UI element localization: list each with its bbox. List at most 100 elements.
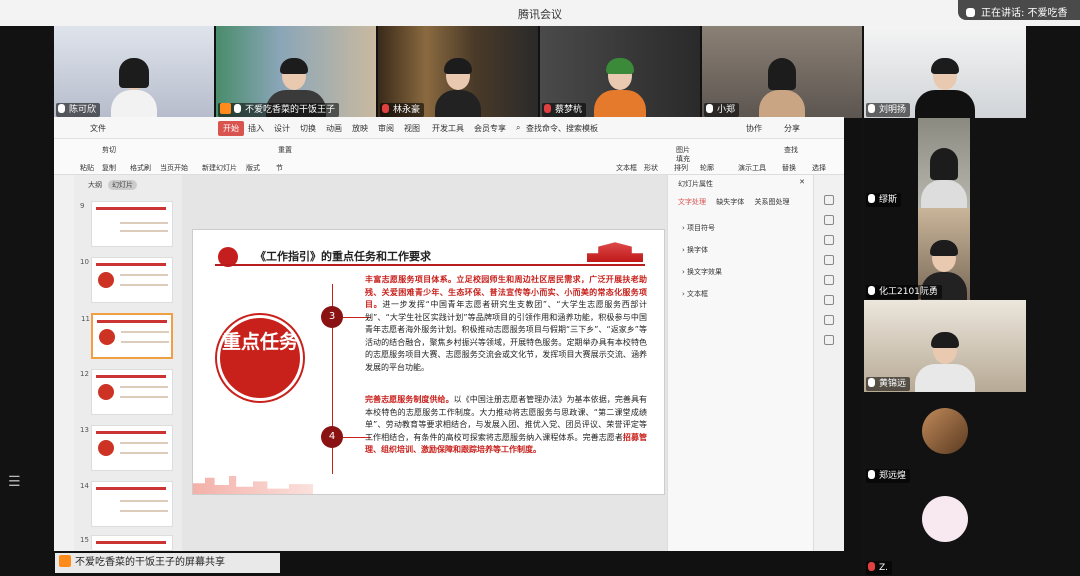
find-button[interactable]: 查找 (784, 145, 798, 155)
panel-item[interactable]: › 换字体 (682, 245, 708, 255)
select-button[interactable]: 选择 (812, 163, 826, 173)
menu-item[interactable]: 文件 (90, 123, 106, 134)
panel-item[interactable]: › 项目符号 (682, 223, 715, 233)
slide-thumbnail-pane: 大纲 幻灯片 9 10 11 12 13 14 15 (74, 175, 182, 551)
command-search[interactable]: 查找命令、搜索模板 (526, 123, 598, 134)
new-slide-button[interactable]: 新建幻灯片 (202, 163, 237, 173)
screen-share-icon (220, 103, 231, 114)
tool-icon[interactable] (824, 235, 834, 245)
city-skyline-decoration (193, 476, 313, 494)
participant-tile[interactable]: 林永豪 (378, 26, 538, 118)
collab-button[interactable]: 协作 (746, 123, 762, 134)
microphone-icon (58, 104, 65, 113)
slide-thumbnail-selected[interactable]: 11 (81, 313, 173, 359)
participant-tile[interactable]: 郑远煌 (864, 392, 1026, 484)
tool-icon[interactable] (824, 275, 834, 285)
panel-item[interactable]: › 换文字效果 (682, 267, 722, 277)
replace-button[interactable]: 替换 (782, 163, 796, 173)
tab-text-processing[interactable]: 文字处理 (678, 198, 706, 206)
participant-tile[interactable]: 刘明扬 (864, 26, 1026, 118)
participant-name: 林永豪 (380, 103, 425, 117)
panel-item[interactable]: › 文本框 (682, 289, 708, 299)
tool-icon[interactable] (824, 335, 834, 345)
tool-icon[interactable] (824, 315, 834, 325)
item-number: 4 (321, 426, 343, 448)
menu-item[interactable]: 插入 (248, 123, 264, 134)
slide-thumbnail[interactable]: 14 (80, 481, 173, 527)
menu-item[interactable]: 开发工具 (432, 123, 464, 134)
copy-button[interactable]: 复制 (102, 163, 116, 173)
avatar (922, 408, 968, 454)
item-number: 3 (321, 306, 343, 328)
format-painter-button[interactable]: 格式刷 (130, 163, 151, 173)
tool-icon[interactable] (824, 295, 834, 305)
start-from-current-button[interactable]: 当页开始 (160, 163, 188, 173)
avatar (922, 496, 968, 542)
reset-button[interactable]: 重置 (278, 145, 292, 155)
participant-name: 小郑 (704, 103, 740, 117)
search-icon[interactable]: ⌕ (516, 123, 520, 133)
slide-thumbnail[interactable]: 13 (80, 425, 173, 471)
participant-video (921, 148, 967, 208)
menu-item-active[interactable]: 开始 (218, 121, 244, 136)
present-tools-button[interactable]: 演示工具 (738, 163, 766, 173)
participant-name: 刘明扬 (866, 103, 911, 117)
participant-name: 化工2101阮勇 (866, 285, 942, 299)
list-menu-icon[interactable]: ☰ (8, 474, 21, 490)
tool-icon[interactable] (824, 195, 834, 205)
arrange-button[interactable]: 排列 (674, 163, 688, 173)
ribbon-toolbar: 粘贴 剪切 复制 格式刷 当页开始 新建幻灯片 版式 节 重置 文本框 形状 排… (54, 139, 844, 175)
screen-share-label[interactable]: 不爱吃香菜的干饭王子的屏幕共享 (55, 553, 280, 573)
title-bar: 腾讯会议 正在讲话: 不爱吃香 (0, 0, 1080, 26)
participant-tile[interactable]: Z. (864, 484, 1026, 576)
tab-slides[interactable]: 幻灯片 (108, 180, 137, 190)
panel-tabs: 文字处理 缺失字体 关系图处理 (678, 197, 789, 207)
outline-button[interactable]: 轮廓 (700, 163, 714, 173)
participant-tile[interactable]: 黄锦远 (864, 300, 1026, 392)
participant-name: 缪斯 (866, 193, 902, 207)
menu-item[interactable]: 动画 (326, 123, 342, 134)
section-button[interactable]: 节 (276, 163, 283, 173)
participant-video (435, 58, 481, 118)
menu-item[interactable]: 审阅 (378, 123, 394, 134)
participant-tile[interactable]: 小郑 (702, 26, 862, 118)
slide-title: 《工作指引》的重点任务和工作要求 (255, 250, 431, 263)
participant-name: 郑远煌 (866, 469, 911, 483)
paste-button[interactable]: 粘贴 (80, 163, 94, 173)
participant-tile[interactable]: 化工2101阮勇 (864, 208, 970, 300)
slide-thumbnail[interactable]: 10 (80, 257, 173, 303)
slide-thumbnail[interactable]: 12 (80, 369, 173, 415)
task-paragraph: 完善志愿服务制度供给。以《中国注册志愿者管理办法》为基本依据，完善具有本校特色的… (365, 395, 648, 454)
slide-thumbnail[interactable]: 9 (80, 201, 173, 247)
participant-tile[interactable]: 不爱吃香菜的干饭王子 (216, 26, 376, 118)
menu-item[interactable]: 切换 (300, 123, 316, 134)
shared-presentation-window: 文件 开始 插入 设计 切换 动画 放映 审阅 视图 开发工具 会员专享 ⌕ 查… (54, 117, 844, 551)
cut-button[interactable]: 剪切 (102, 145, 116, 155)
participant-tile[interactable]: 蔡梦杭 (540, 26, 700, 118)
participant-name: Z. (866, 561, 893, 575)
close-icon[interactable]: ✕ (799, 178, 805, 186)
participant-video (594, 58, 646, 118)
menu-item[interactable]: 会员专享 (474, 123, 506, 134)
tool-icon[interactable] (824, 215, 834, 225)
menu-item[interactable]: 设计 (274, 123, 290, 134)
share-button[interactable]: 分享 (784, 123, 800, 134)
menu-item[interactable]: 视图 (404, 123, 420, 134)
tab-missing-fonts[interactable]: 缺失字体 (716, 198, 744, 206)
participant-video (111, 58, 157, 118)
tab-outline[interactable]: 大纲 (88, 180, 102, 190)
menu-item[interactable]: 放映 (352, 123, 368, 134)
participant-tile[interactable]: 缪斯 (864, 118, 970, 208)
slide-thumbnail[interactable]: 15 (80, 535, 173, 551)
muted-microphone-icon (382, 104, 389, 113)
participant-name: 黄锦远 (866, 377, 911, 391)
textbox-button[interactable]: 文本框 (616, 163, 637, 173)
shape-button[interactable]: 形状 (644, 163, 658, 173)
tab-diagram[interactable]: 关系图处理 (754, 198, 789, 206)
participant-tile[interactable]: 陈可欣 (54, 26, 214, 118)
fill-button[interactable]: 填充 (676, 154, 690, 164)
slide: 《工作指引》的重点任务和工作要求 重点任务 3 4 丰富志愿服务项目体系。立足校… (192, 229, 665, 495)
layout-button[interactable]: 版式 (246, 163, 260, 173)
tool-icon[interactable] (824, 255, 834, 265)
participant-name: 蔡梦杭 (542, 103, 587, 117)
